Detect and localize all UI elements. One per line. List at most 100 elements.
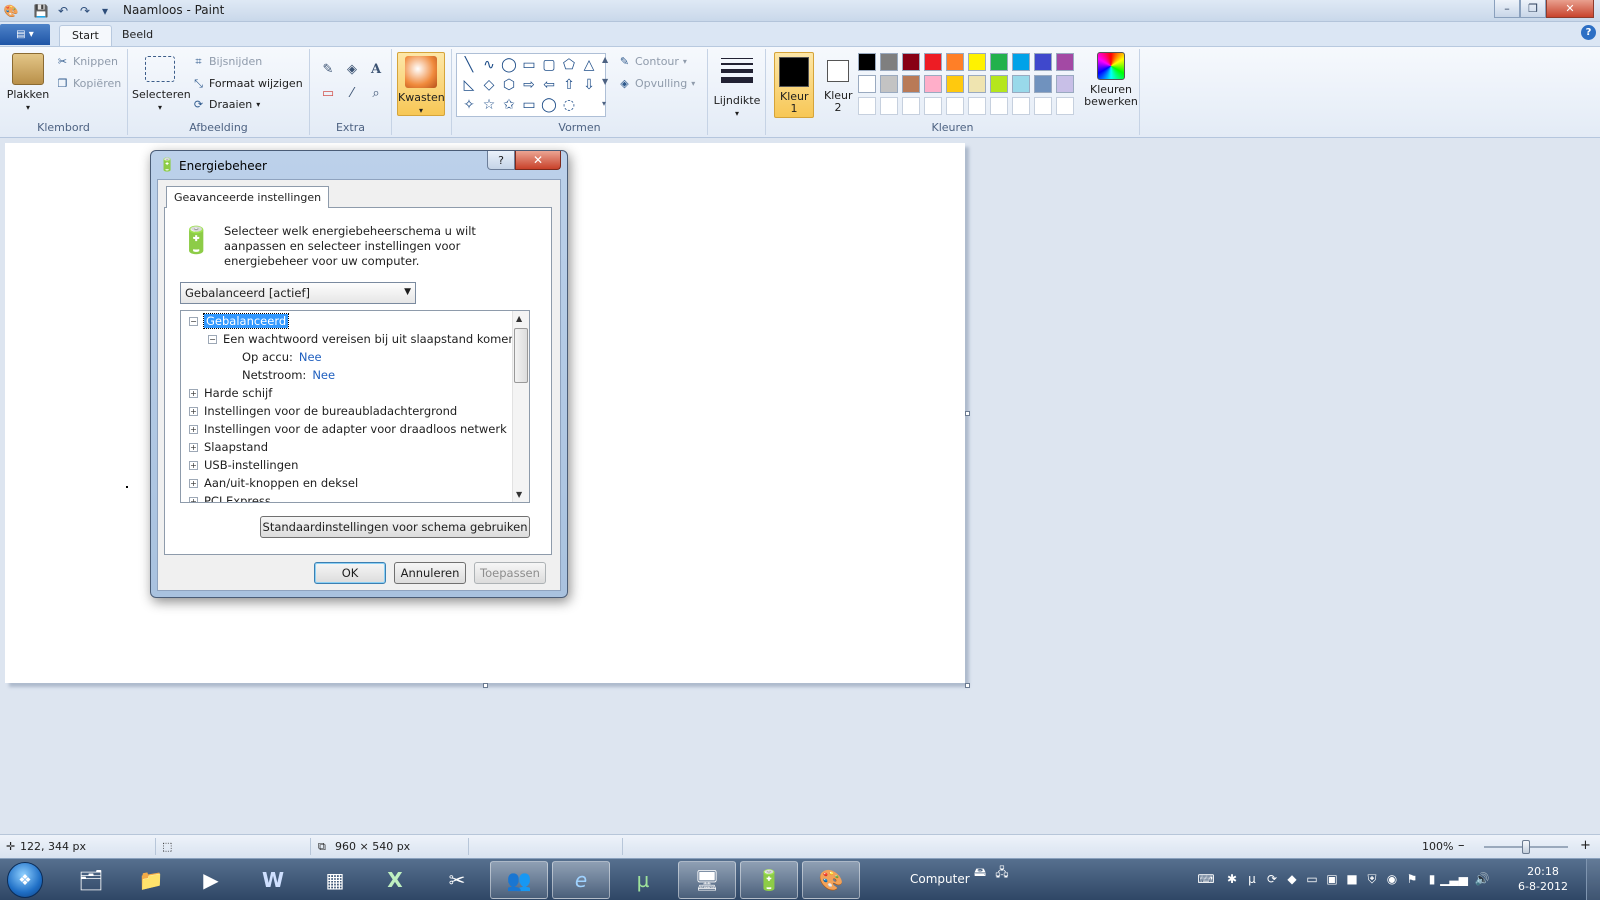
color2-button[interactable]: Kleur 2 <box>818 52 858 118</box>
collapse-icon[interactable]: − <box>189 316 198 326</box>
palette-swatch[interactable] <box>858 75 876 93</box>
palette-swatch[interactable] <box>1034 53 1052 71</box>
palette-swatch[interactable] <box>858 53 876 71</box>
copy-button[interactable]: ❐ Kopiëren <box>56 77 122 90</box>
tree-item-on-battery[interactable]: Op accu: Nee <box>242 348 322 366</box>
tree-item[interactable]: + Harde schijf <box>189 384 272 402</box>
shape-option[interactable]: ⇩ <box>580 76 598 94</box>
tab-start[interactable]: Start <box>59 25 112 46</box>
taskbar-app-paint[interactable]: 🎨 <box>802 861 860 899</box>
palette-swatch[interactable] <box>968 53 986 71</box>
battery-icon[interactable]: ▮ <box>1424 871 1440 887</box>
shape-option[interactable]: ◺ <box>460 76 478 94</box>
custom-color-slot[interactable] <box>902 97 920 115</box>
tray-globe-icon[interactable]: ◉ <box>1384 871 1400 887</box>
contour-button[interactable]: ✎ Contour ▾ <box>618 55 687 68</box>
palette-swatch[interactable] <box>946 75 964 93</box>
palette-swatch[interactable] <box>924 75 942 93</box>
action-center-flag-icon[interactable]: ⚑ <box>1404 871 1420 887</box>
scrollbar-thumb[interactable] <box>514 328 528 383</box>
shape-option[interactable]: △ <box>580 56 598 74</box>
qat-customize-icon[interactable]: ▾ <box>96 2 114 20</box>
custom-color-slot[interactable] <box>946 97 964 115</box>
expand-icon[interactable]: + <box>189 424 198 434</box>
palette-swatch[interactable] <box>1012 75 1030 93</box>
tray-bluetooth-icon[interactable]: ✱ <box>1224 871 1240 887</box>
custom-color-slot[interactable] <box>880 97 898 115</box>
rotate-button[interactable]: ⟳ Draaien ▾ <box>192 98 260 111</box>
shape-option[interactable]: ∿ <box>480 56 498 74</box>
edit-colors-button[interactable]: Kleuren bewerken <box>1084 52 1138 108</box>
dialog-close-button[interactable]: ✕ <box>515 151 561 170</box>
tray-task-icon[interactable]: ■ <box>1344 871 1360 887</box>
tree-item[interactable]: + Instellingen voor de bureaubladachtergr… <box>189 402 457 420</box>
custom-color-slot[interactable] <box>858 97 876 115</box>
tree-item[interactable]: + USB-instellingen <box>189 456 298 474</box>
redo-icon[interactable]: ↷ <box>76 2 94 20</box>
undo-icon[interactable]: ↶ <box>54 2 72 20</box>
custom-color-slot[interactable] <box>1056 97 1074 115</box>
shape-option[interactable]: ✩ <box>500 96 518 114</box>
minimize-button[interactable]: – <box>1494 0 1520 18</box>
tree-item[interactable]: + Aan/uit-knoppen en deksel <box>189 474 358 492</box>
shape-option[interactable]: ☆ <box>480 96 498 114</box>
palette-swatch[interactable] <box>968 75 986 93</box>
tray-app-icon[interactable]: ◆ <box>1284 871 1300 887</box>
paint-app-icon[interactable]: 🎨 <box>2 2 20 20</box>
shape-option[interactable]: ▢ <box>540 56 558 74</box>
zoom-in-button[interactable]: + <box>1580 838 1591 853</box>
taskbar-app-snipping-tool[interactable]: ✂ <box>428 861 486 899</box>
resize-handle-corner[interactable] <box>965 683 970 688</box>
dialog-help-button[interactable]: ? <box>487 151 515 170</box>
palette-swatch[interactable] <box>902 53 920 71</box>
custom-color-slot[interactable] <box>1012 97 1030 115</box>
palette-swatch[interactable] <box>902 75 920 93</box>
power-scheme-select[interactable]: Gebalanceerd [actief] ▼ <box>180 282 416 304</box>
eraser-icon[interactable]: ▭ <box>318 83 338 103</box>
scroll-up-icon[interactable]: ▲ <box>516 314 522 323</box>
shapes-gallery[interactable]: ╲ ∿ ◯ ▭ ▢ ⬠ △ ◺ ◇ ⬡ ⇨ ⇦ ⇧ ⇩ ✧ ☆ ✩ ▭ ◯ ◌ ▲ ▼ ▾ <box>456 53 612 117</box>
tree-item[interactable]: + Slaapstand <box>189 438 268 456</box>
zoom-out-button[interactable]: – <box>1458 838 1465 853</box>
crop-button[interactable]: ⌗ Bijsnijden <box>192 55 262 69</box>
taskbar-app-power-options[interactable]: 🔋 <box>740 861 798 899</box>
tree-item-password[interactable]: − Een wachtwoord vereisen bij uit slaapst… <box>208 330 516 348</box>
expand-icon[interactable]: + <box>189 460 198 470</box>
cancel-button[interactable]: Annuleren <box>394 562 466 584</box>
plugged-in-value-link[interactable]: Nee <box>312 368 335 382</box>
shape-option[interactable]: ✧ <box>460 96 478 114</box>
resize-button[interactable]: ⤡ Formaat wijzigen <box>192 77 303 91</box>
expand-icon[interactable]: + <box>189 442 198 452</box>
expand-icon[interactable]: + <box>189 406 198 416</box>
palette-swatch[interactable] <box>924 53 942 71</box>
apply-button[interactable]: Toepassen <box>474 562 546 584</box>
taskbar-app-word[interactable]: W <box>244 861 302 899</box>
custom-color-slot[interactable] <box>990 97 1008 115</box>
taskbar-app-calculator[interactable]: ▦ <box>306 861 364 899</box>
maximize-button[interactable]: ❐ <box>1520 0 1546 18</box>
app-menu-button[interactable]: ▤ ▾ <box>0 24 50 45</box>
shape-option[interactable]: ◇ <box>480 76 498 94</box>
on-battery-value-link[interactable]: Nee <box>299 350 322 364</box>
expand-icon[interactable]: + <box>189 388 198 398</box>
tray-sync-icon[interactable]: ⟳ <box>1264 871 1280 887</box>
palette-swatch[interactable] <box>1056 53 1074 71</box>
tray-monitor-icon[interactable]: ▭ <box>1304 871 1320 887</box>
tree-item-plugged-in[interactable]: Netstroom: Nee <box>242 366 335 384</box>
gallery-up-icon[interactable]: ▲ <box>602 55 608 64</box>
taskbar-app-explorer-folders[interactable]: 🗂 <box>62 861 120 899</box>
taskbar-app-remote-desktop[interactable]: 🖥 <box>678 861 736 899</box>
color-picker-icon[interactable]: ⁄ <box>342 83 362 103</box>
palette-swatch[interactable] <box>880 75 898 93</box>
shape-option[interactable]: ⇧ <box>560 76 578 94</box>
settings-tree[interactable]: − Gebalanceerd − Een wachtwoord vereisen b… <box>180 310 530 503</box>
magnifier-icon[interactable]: ⌕ <box>366 83 386 103</box>
start-button[interactable]: ❖ <box>7 862 43 898</box>
line-width-button[interactable]: Lijndikte ▾ <box>712 55 762 120</box>
fill-button[interactable]: ◈ Opvulling ▾ <box>618 77 695 90</box>
shape-option[interactable]: ▭ <box>520 56 538 74</box>
close-button[interactable]: ✕ <box>1546 0 1594 18</box>
tray-utorrent-icon[interactable]: µ <box>1244 871 1260 887</box>
gallery-down-icon[interactable]: ▼ <box>602 77 608 86</box>
resize-handle-right[interactable] <box>965 411 970 416</box>
